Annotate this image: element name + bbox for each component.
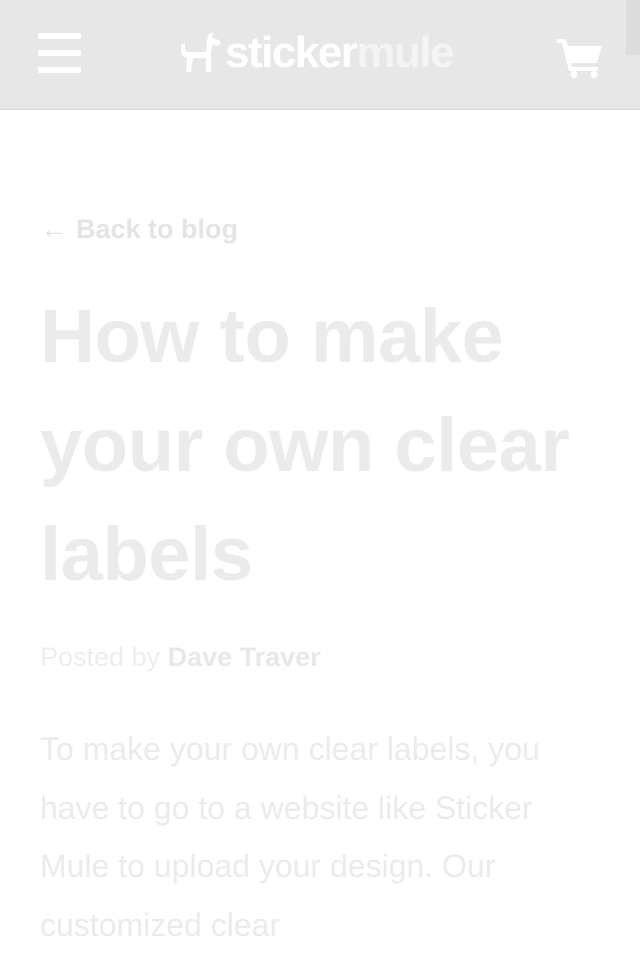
mule-icon [181, 32, 221, 72]
back-arrow-icon: ← [40, 213, 68, 244]
article-body: To make your own clear labels, you have … [40, 731, 540, 943]
page-scrollbar[interactable] [626, 0, 640, 55]
logo-text-mule: mule [356, 28, 454, 77]
back-to-blog-label: Back to blog [76, 214, 239, 244]
shopping-cart-icon[interactable] [556, 36, 604, 78]
article-byline: Posted by Dave Traver [40, 637, 321, 677]
byline-prefix: Posted by [40, 642, 161, 672]
site-logo[interactable]: sticker mule [179, 28, 455, 77]
author-name[interactable]: Dave Traver [168, 642, 321, 672]
logo-text-sticker: sticker [225, 28, 358, 77]
site-header: sticker mule [0, 0, 640, 110]
back-to-blog-link[interactable]: ← Back to blog [40, 209, 238, 249]
article-title: How to make your own clear labels [40, 294, 570, 597]
hamburger-menu-icon[interactable] [38, 33, 81, 73]
